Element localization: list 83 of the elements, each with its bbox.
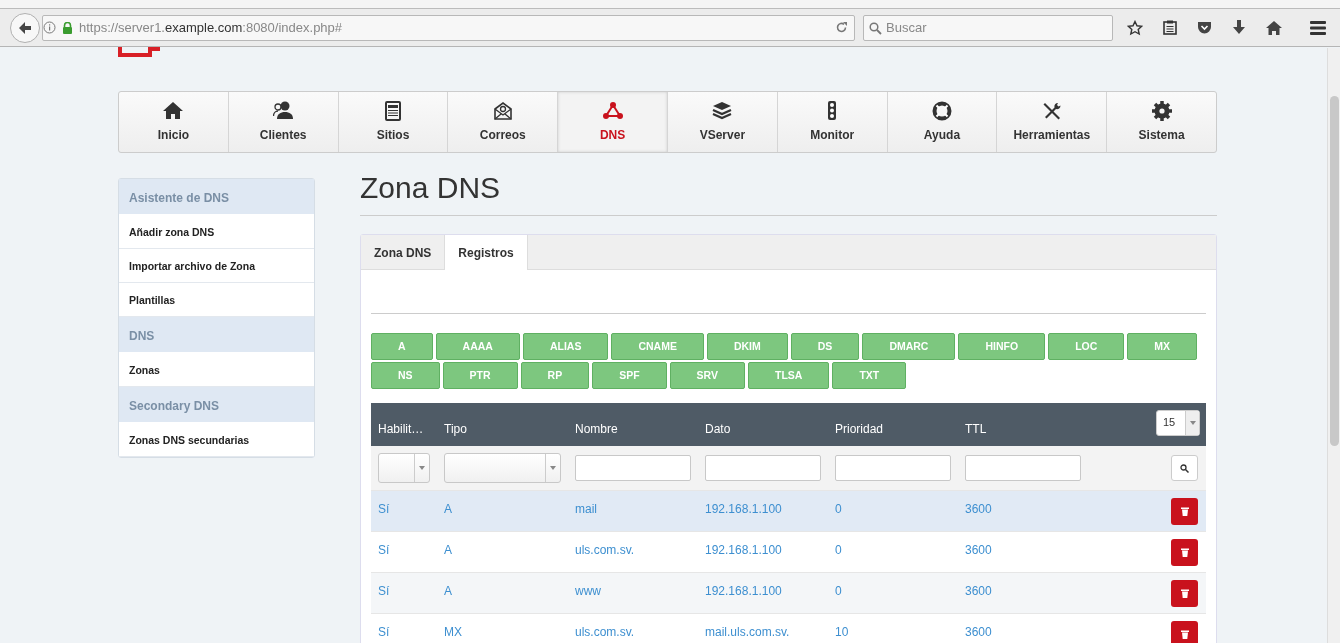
column-header[interactable]: TTL [958,419,1088,438]
delete-button[interactable] [1171,497,1198,525]
nav-tab[interactable]: Clientes [228,92,339,152]
table-cell-text: 3600 [964,583,993,600]
caret-icon [419,466,425,470]
table-cell-text: Sí [377,624,391,641]
filter-field[interactable] [575,455,691,481]
tab[interactable]: Registros [444,235,528,270]
table-cell-text: mail [574,501,598,518]
filter-field[interactable] [705,455,821,481]
table-cell-text: 192.168.1.100 [704,583,783,600]
nav-tab[interactable]: DNS [558,92,668,152]
nav-tab[interactable]: Inicio [119,92,229,152]
trash-icon [1180,629,1189,639]
page-title: Zona DNS [360,170,1217,216]
back-arrow-icon [18,20,32,35]
tab[interactable]: Zona DNS [361,235,445,270]
table-cell-text: Sí [377,501,391,518]
column-header[interactable]: Prioridad [828,419,958,438]
table-cell-text: 192.168.1.100 [704,542,783,559]
table-cell-text: 10 [834,624,850,641]
table-cell-text: www [574,583,602,600]
sidebar-heading: Asistente de DNS [119,179,314,215]
column-header[interactable]: Dato [698,419,828,438]
sidebar-heading: Secondary DNS [119,387,314,423]
nav-tab[interactable]: Ayuda [887,92,998,152]
nav-tab[interactable]: Sistema [1107,92,1216,152]
address-bar[interactable]: https://server1.example.com:8080/index.php# [42,14,855,41]
reload-icon[interactable] [835,21,848,34]
gear-icon [1151,100,1172,121]
table-row[interactable]: Sí MX uls.com.sv. mail.uls.com.sv. 10 3600 [371,613,1206,643]
table-cell-text: 3600 [964,542,993,559]
nav-tab[interactable]: Sitios [338,92,449,152]
delete-button[interactable] [1171,620,1198,643]
scrollbar[interactable] [1327,48,1340,643]
document-icon [383,100,403,121]
caret-icon [550,466,556,470]
back-button[interactable] [10,12,40,43]
table-cell-text: 3600 [964,624,993,641]
lifebuoy-icon [931,100,952,121]
table-cell-text: mail.uls.com.sv. [704,624,791,641]
page-size-select[interactable]: 15 [1156,409,1200,436]
table-cell-text: A [443,501,453,518]
search-icon [1180,463,1189,473]
nav-tab[interactable]: Monitor [777,92,888,152]
network-icon [602,100,623,121]
column-header[interactable]: Habilit… [371,419,437,438]
search-button[interactable] [1171,455,1198,481]
nav-tab[interactable]: VServer [668,92,778,152]
tools-icon [1041,100,1062,121]
table-cell-text: uls.com.sv. [574,542,636,559]
trash-icon [1180,588,1189,598]
table-cell-text: 0 [834,542,843,559]
trash-icon [1180,506,1189,516]
delete-button[interactable] [1171,579,1198,607]
caret-icon [1189,420,1196,425]
search-icon [869,21,882,35]
trash-icon [1180,547,1189,557]
column-header[interactable]: Nombre [568,419,698,438]
table-cell-text: MX [443,624,463,641]
envelope-icon [492,100,513,121]
users-icon [273,100,294,121]
table-cell-text: A [443,583,453,600]
table-cell-text: Sí [377,542,391,559]
info-icon [43,21,56,34]
sidebar-heading: DNS [119,317,314,353]
filter-field[interactable] [835,455,951,481]
table-cell-text: 192.168.1.100 [704,501,783,518]
lock-icon [62,21,73,34]
delete-button[interactable] [1171,538,1198,566]
search-field[interactable]: Buscar [863,14,1113,41]
layers-icon [712,100,733,121]
filter-field[interactable] [965,455,1081,481]
table-cell-text: A [443,542,453,559]
column-header[interactable]: Tipo [437,419,568,438]
home-icon [163,100,184,121]
table-cell-text: 0 [834,583,843,600]
url-text: https://server1.example.com:8080/index.php# [79,18,344,37]
table-cell-text: 3600 [964,501,993,518]
nav-tab[interactable]: Herramientas [997,92,1108,152]
table-cell-text: 0 [834,501,843,518]
table-cell-text: uls.com.sv. [574,624,636,641]
table-cell-text: Sí [377,583,391,600]
